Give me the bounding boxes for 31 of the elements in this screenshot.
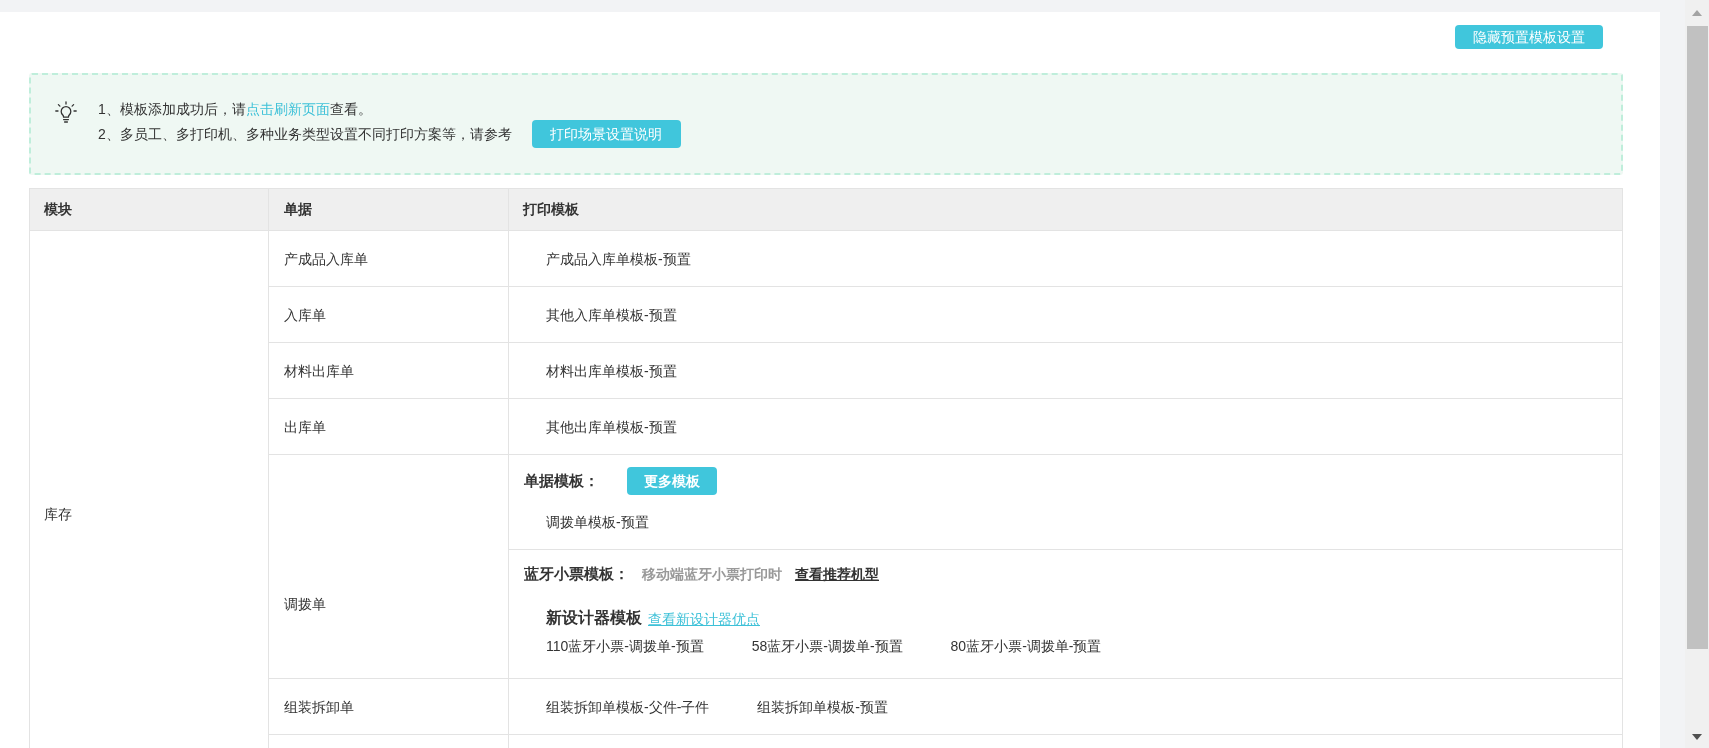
template-item[interactable]: 调拨单模板-预置 <box>546 512 649 532</box>
column-header: 打印模板 <box>523 200 579 219</box>
document-name: 材料出库单 <box>284 361 354 381</box>
column-header: 模块 <box>44 200 72 219</box>
recommended-models-link[interactable]: 查看推荐机型 <box>795 563 879 585</box>
section-title: 单据模板： <box>524 470 599 491</box>
document-name: 组装拆卸单 <box>284 697 354 717</box>
template-item[interactable]: 110蓝牙小票-调拨单-预置 <box>546 636 704 656</box>
document-name: 入库单 <box>284 305 326 325</box>
lightbulb-icon <box>55 101 77 123</box>
template-item[interactable]: 58蓝牙小票-调拨单-预置 <box>751 636 903 656</box>
document-name: 出库单 <box>284 417 326 437</box>
section-title: 蓝牙小票模板： <box>524 563 629 584</box>
template-item[interactable]: 其他出库单模板-预置 <box>546 416 677 437</box>
document-name: 产成品入库单 <box>284 249 368 269</box>
template-item[interactable]: 组装拆卸单模板-预置 <box>757 696 888 717</box>
template-item[interactable]: 产成品入库单模板-预置 <box>546 248 691 269</box>
template-item[interactable]: 材料出库单模板-预置 <box>546 360 677 381</box>
module-name: 库存 <box>44 506 72 522</box>
template-item[interactable]: 其他入库单模板-预置 <box>546 304 677 325</box>
template-item[interactable]: 80蓝牙小票-调拨单-预置 <box>950 636 1102 656</box>
template-item[interactable]: 组装拆卸单模板-父件-子件 <box>546 696 710 717</box>
section-note: 移动端蓝牙小票打印时 <box>642 564 782 584</box>
document-name: 调拨单 <box>284 594 326 614</box>
scroll-up-arrow-icon[interactable] <box>1692 10 1702 16</box>
scroll-down-arrow-icon[interactable] <box>1692 734 1702 740</box>
tip-text: 2、多员工、多打印机、多种业务类型设置不同打印方案等，请参考 <box>98 125 512 144</box>
scrollbar-thumb[interactable] <box>1686 26 1708 649</box>
designer-title: 新设计器模板 <box>546 608 642 628</box>
tip-text: 1、模板添加成功后，请点击刷新页面查看。 <box>98 100 372 119</box>
column-header: 单据 <box>284 200 312 219</box>
